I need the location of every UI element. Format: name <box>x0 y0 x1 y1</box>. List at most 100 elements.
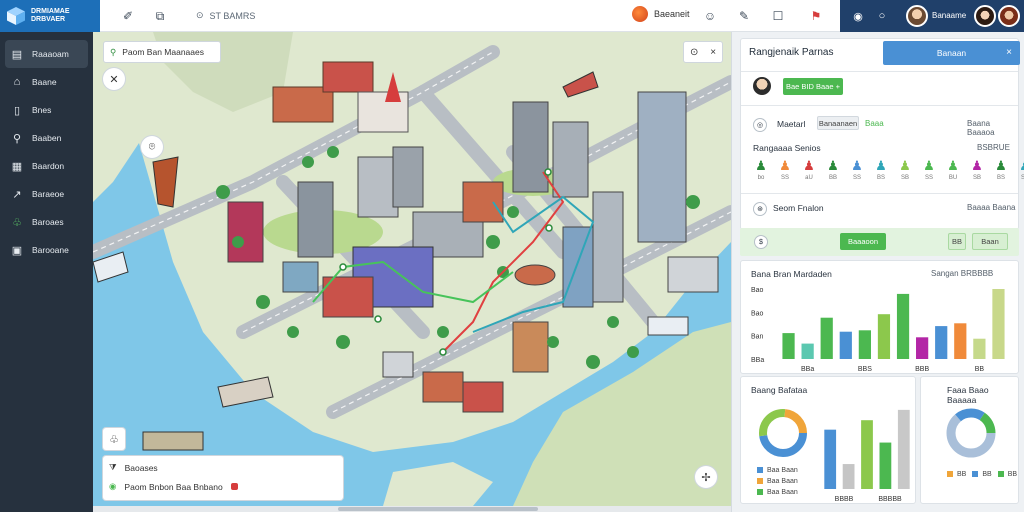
sidebar-item-0[interactable]: ▤ Raaaoam <box>5 40 88 68</box>
bar-2[interactable] <box>820 317 833 359</box>
close-icon[interactable]: × <box>710 47 716 58</box>
map-scrollbar[interactable] <box>93 506 731 512</box>
top-bar: DRMIAMAE DRBVAER ✐ ⧉ ⊙ ST BAMRS Baeaneit… <box>0 0 1024 32</box>
legend-detail: Paom Bnbon Baa Bnbano <box>124 481 223 492</box>
bar-6[interactable] <box>896 293 910 359</box>
person-icon: ♟ SB <box>897 157 913 183</box>
bar-4[interactable] <box>858 330 871 359</box>
global-search[interactable]: ⊙ ST BAMRS <box>196 10 255 21</box>
person-label: SS <box>780 175 789 181</box>
routes-label: Rangaaaa Senios <box>753 143 821 153</box>
map-pin-marker[interactable]: ⌾ <box>141 136 163 158</box>
bar-3[interactable] <box>839 331 852 359</box>
crosshair-icon: ✕ <box>109 73 119 86</box>
logo[interactable]: DRMIAMAE DRBVAER <box>0 0 100 32</box>
avatar-tertiary[interactable] <box>998 5 1020 27</box>
avatar <box>753 77 771 95</box>
cube-logo-icon <box>7 7 25 25</box>
person-label: SB <box>972 175 981 181</box>
station-icon: ⊛ <box>753 202 767 216</box>
layers-icon: ▤ <box>11 48 23 61</box>
sidebar-item-5[interactable]: ↗ Baraeoe <box>5 180 88 208</box>
person-icon: ♟ SB <box>969 157 985 183</box>
avatar-secondary[interactable] <box>974 5 996 27</box>
distribution-pie <box>946 408 996 458</box>
city-map[interactable] <box>93 32 731 506</box>
x-tick-label: BBS <box>858 366 872 373</box>
legend-title: Baoases <box>124 462 158 473</box>
person-icon: ♟SS <box>849 157 865 183</box>
avatar[interactable] <box>906 5 928 27</box>
panel-tab[interactable]: Banaan × <box>883 41 1020 65</box>
sidebar-item-4[interactable]: ▦ Baardon <box>5 152 88 180</box>
layers-tool-icon[interactable]: ⧉ <box>152 8 168 24</box>
action-band: $ Baaaoon BB Baan <box>740 228 1019 256</box>
home-icon: ⌂ <box>13 76 21 88</box>
secondary-button[interactable]: Baan <box>972 233 1008 250</box>
model-value: Baana Baaaoa <box>967 119 995 137</box>
bar-1[interactable] <box>842 464 855 489</box>
bar-0[interactable] <box>782 333 795 359</box>
document-icon: ▯ <box>13 104 21 117</box>
bar-7[interactable] <box>916 337 929 359</box>
bar-2[interactable] <box>861 420 873 489</box>
locate-button[interactable]: ✕ <box>103 68 125 90</box>
user-chip[interactable]: Baeaneit <box>632 6 690 22</box>
map-toolbar: ⊙ × <box>683 41 723 63</box>
y-tick-label: BBa <box>751 357 764 364</box>
bar-3[interactable] <box>879 442 892 489</box>
zoom-button[interactable]: ♧ <box>103 428 125 450</box>
bar-9[interactable] <box>954 323 967 359</box>
map-canvas[interactable]: ⚲ Paom Ban Maanaaes ⊙ × ✕ ⌾ ♧ ✢ ⧩ Baoase… <box>93 32 731 506</box>
sidebar-item-6[interactable]: ♧ Baroaes <box>5 208 88 236</box>
square-icon[interactable]: ☐ <box>770 8 786 24</box>
route-tool-icon[interactable]: ✐ <box>120 8 136 24</box>
status-dot-icon <box>632 6 648 22</box>
search-text: ST BAMRS <box>209 10 256 21</box>
pen-icon[interactable]: ✎ <box>736 8 752 24</box>
land-south-island <box>383 462 493 506</box>
help-icon[interactable]: ○ <box>874 8 890 24</box>
sidebar-item-7[interactable]: ▣ Barooane <box>5 236 88 264</box>
status-icon: ◉ <box>109 481 117 491</box>
sidebar-item-1[interactable]: ⌂ Baane <box>5 68 88 96</box>
bar-8[interactable] <box>935 326 948 359</box>
map-search[interactable]: ⚲ Paom Ban Maanaaes <box>103 41 221 63</box>
leaf-icon: ♧ <box>12 216 22 229</box>
info-icon: $ <box>754 235 768 249</box>
compass-icon[interactable]: ⊙ <box>690 47 698 58</box>
person-icon: ♟ BU <box>945 157 961 183</box>
account-name: Banaame <box>932 11 967 20</box>
breakdown-legend: Baa Baan Baa Baan Baa Baan <box>757 465 798 498</box>
bar-10[interactable] <box>973 338 986 359</box>
person-icon: ♟SS <box>1017 157 1024 183</box>
notification-icon[interactable]: ⚑ <box>808 8 824 24</box>
person-label: BB <box>828 175 837 181</box>
bar-5[interactable] <box>877 314 891 359</box>
assign-button[interactable]: Bae BID Baae + <box>783 78 843 95</box>
chat-icon[interactable]: ◉ <box>850 8 866 24</box>
person-label: SS <box>852 175 861 181</box>
model-select[interactable]: Banaanaen <box>817 116 859 130</box>
close-icon[interactable]: × <box>1006 47 1012 58</box>
bar-1[interactable] <box>801 343 814 359</box>
panel-title: Rangjenaik Parnas <box>749 47 834 58</box>
x-tick-label: BBB <box>915 366 929 373</box>
expand-button[interactable]: ✢ <box>695 466 717 488</box>
bar-0[interactable] <box>824 429 837 489</box>
secondary-short-button[interactable]: BB <box>948 233 966 250</box>
scrollbar-thumb[interactable] <box>338 507 538 511</box>
primary-action-button[interactable]: Baaaoon <box>840 233 886 250</box>
person-label: SS <box>1020 175 1024 181</box>
person-label: bo <box>757 175 765 181</box>
bar-4[interactable] <box>897 409 910 489</box>
zoom-icon: ♧ <box>109 433 119 446</box>
chart-subtitle: Sangan BRBBBB <box>931 269 994 278</box>
sidebar-item-3[interactable]: ⚲ Baaben <box>5 124 88 152</box>
model-extra: Baaa <box>865 119 884 128</box>
user-plus-icon[interactable]: ☺ <box>702 8 718 24</box>
sidebar-item-2[interactable]: ▯ Bnes <box>5 96 88 124</box>
bar-11[interactable] <box>992 289 1005 359</box>
person-icon: ♟SS <box>777 157 793 183</box>
y-tick-label: Ban <box>751 334 764 341</box>
